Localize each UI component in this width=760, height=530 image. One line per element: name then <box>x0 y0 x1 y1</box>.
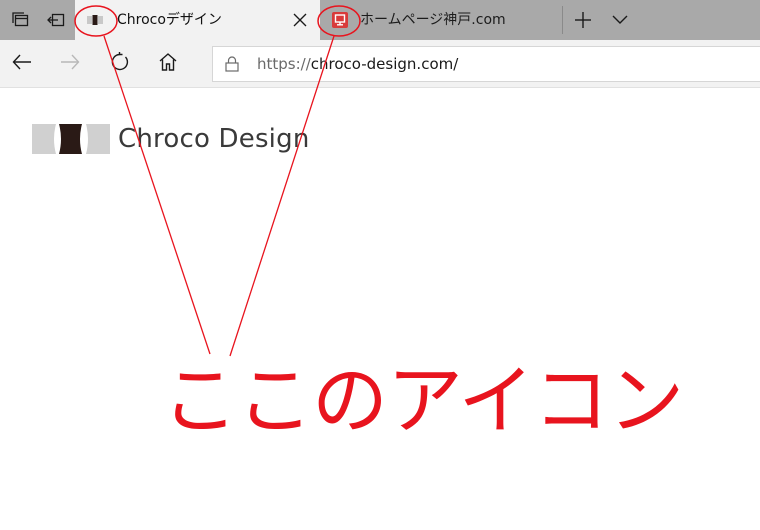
tab-chroco[interactable]: Chrocoデザイン <box>75 0 320 40</box>
chevron-down-icon <box>612 15 628 25</box>
back-button[interactable] <box>6 48 38 80</box>
new-tab-button[interactable] <box>567 0 599 40</box>
home-button[interactable] <box>152 48 184 80</box>
chroco-logo-icon <box>87 12 103 28</box>
forward-button[interactable] <box>54 48 86 80</box>
tab-homepage-kobe[interactable]: ホームページ神戸.com <box>320 0 563 40</box>
arrow-left-icon <box>12 54 32 74</box>
refresh-icon <box>110 52 130 76</box>
tab-groups-icon <box>11 11 29 29</box>
tabs-aside-icon <box>47 11 65 29</box>
close-tab-icon[interactable] <box>290 10 310 30</box>
site-logo[interactable]: Chroco Design <box>32 123 310 155</box>
address-bar[interactable]: https://chroco-design.com/ <box>212 46 760 82</box>
lock-icon[interactable] <box>223 55 241 73</box>
tab-strip: Chrocoデザイン ホームページ神戸.com <box>0 0 760 40</box>
tab-preview-button[interactable] <box>604 0 636 40</box>
web-page-content: Chroco Design <box>0 89 760 530</box>
home-icon <box>158 53 178 75</box>
annotation-label: ここのアイコン <box>162 356 684 445</box>
chroco-logo-mark <box>32 124 110 154</box>
url-text: https://chroco-design.com/ <box>257 55 458 73</box>
set-tabs-aside-button[interactable] <box>40 0 72 40</box>
tab-title: ホームページ神戸.com <box>360 12 506 28</box>
tab-title: Chrocoデザイン <box>117 12 222 28</box>
tab-divider <box>562 6 563 34</box>
arrow-right-icon <box>60 54 80 74</box>
navigation-bar: https://chroco-design.com/ <box>0 40 760 88</box>
plus-icon <box>574 11 592 29</box>
refresh-button[interactable] <box>104 48 136 80</box>
logo-wordmark: Chroco Design <box>118 124 310 154</box>
tab-groups-button[interactable] <box>4 0 36 40</box>
url-host: chroco-design.com/ <box>310 55 459 73</box>
url-scheme: https:// <box>257 55 311 73</box>
monitor-icon <box>332 12 348 28</box>
